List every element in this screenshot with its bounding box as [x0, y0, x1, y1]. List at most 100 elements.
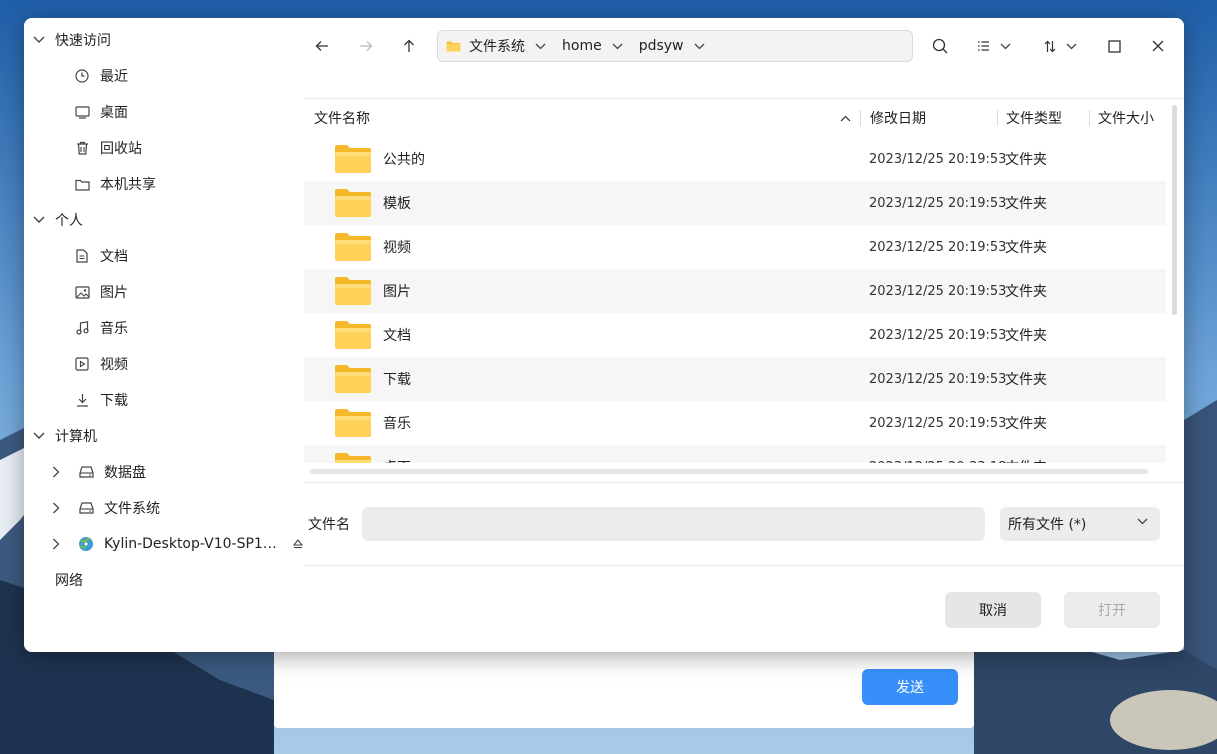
- file-type: 文件夹: [1005, 284, 1047, 300]
- sidebar-item-label: 文件系统: [104, 501, 160, 517]
- path-segment-label: pdsyw: [638, 38, 684, 54]
- folder-icon: [334, 408, 372, 438]
- chevron-down-icon[interactable]: [32, 429, 46, 443]
- file-row[interactable]: 文档 2023/12/25 20:19:53 文件夹: [304, 313, 1166, 357]
- sidebar-item-label: 本机共享: [100, 177, 156, 193]
- sidebar-item-label: 回收站: [100, 141, 142, 157]
- chevron-down-icon[interactable]: [32, 33, 46, 47]
- sidebar-item-documents[interactable]: 文档: [24, 238, 304, 274]
- column-header-name[interactable]: 文件名称: [314, 99, 370, 137]
- file-type: 文件夹: [1005, 445, 1047, 463]
- file-name: 视频: [383, 240, 411, 256]
- sidebar-group-personal[interactable]: 个人: [24, 202, 304, 238]
- horizontal-scrollbar[interactable]: [310, 469, 1148, 474]
- maximize-icon[interactable]: [1104, 36, 1124, 56]
- sidebar-item-label: 音乐: [100, 321, 128, 337]
- file-name: 模板: [383, 196, 411, 212]
- sidebar-item-music[interactable]: 音乐: [24, 310, 304, 346]
- send-button[interactable]: 发送: [862, 669, 958, 705]
- file-list: 文件名称 修改日期 文件类型 文件大小 公共的 2023/12/25 20:19:…: [304, 98, 1184, 482]
- open-button[interactable]: 打开: [1064, 592, 1160, 628]
- file-date: 2023/12/25 20:19:53: [869, 151, 1007, 167]
- file-row[interactable]: 公共的 2023/12/25 20:19:53 文件夹: [304, 137, 1166, 181]
- file-row[interactable]: 模板 2023/12/25 20:19:53 文件夹: [304, 181, 1166, 225]
- back-icon[interactable]: [312, 36, 332, 56]
- folder-icon: [446, 40, 461, 52]
- file-name: 图片: [383, 284, 411, 300]
- sidebar-group-computer[interactable]: 计算机: [24, 418, 304, 454]
- sidebar-item-recent[interactable]: 最近: [24, 58, 304, 94]
- close-icon[interactable]: [1148, 36, 1168, 56]
- disc-icon: [78, 536, 94, 552]
- view-mode-button[interactable]: [972, 36, 1016, 56]
- toolbar: 文件系统 home pdsyw: [304, 18, 1184, 80]
- file-list-header: 文件名称 修改日期 文件类型 文件大小: [304, 99, 1166, 137]
- column-header-type[interactable]: 文件类型: [1006, 99, 1062, 137]
- forward-icon[interactable]: [356, 36, 376, 56]
- up-icon[interactable]: [399, 36, 419, 56]
- path-crumb-home[interactable]: home: [562, 38, 623, 54]
- path-crumb-pdsyw[interactable]: pdsyw: [639, 38, 705, 54]
- sort-icon: [1044, 40, 1056, 53]
- chevron-down-icon: [1066, 43, 1077, 50]
- sidebar-item-videos[interactable]: 视频: [24, 346, 304, 382]
- column-divider: [860, 110, 861, 126]
- folder-icon: [334, 188, 372, 218]
- column-header-size[interactable]: 文件大小: [1098, 99, 1154, 137]
- filename-label: 文件名: [308, 517, 350, 533]
- chevron-right-icon[interactable]: [52, 538, 64, 550]
- chevron-down-icon[interactable]: [612, 43, 623, 50]
- filename-bar: 文件名 所有文件 (*): [304, 482, 1184, 566]
- cancel-button[interactable]: 取消: [945, 592, 1041, 628]
- file-date: 2023/12/25 20:33:18: [869, 445, 1006, 464]
- sidebar-group-quick-access[interactable]: 快速访问: [24, 22, 304, 58]
- chevron-right-icon[interactable]: [52, 502, 64, 514]
- sidebar-item-label: 文档: [100, 249, 128, 265]
- file-date: 2023/12/25 20:19:53: [869, 371, 1007, 387]
- filename-input[interactable]: [362, 507, 985, 541]
- sidebar-item-downloads[interactable]: 下载: [24, 382, 304, 418]
- sidebar-item-pictures[interactable]: 图片: [24, 274, 304, 310]
- document-icon: [74, 248, 90, 264]
- column-header-date[interactable]: 修改日期: [870, 99, 926, 137]
- folder-icon: [334, 276, 372, 306]
- file-name: 公共的: [383, 152, 425, 168]
- file-row[interactable]: 图片 2023/12/25 20:19:53 文件夹: [304, 269, 1166, 313]
- sort-ascending-icon[interactable]: [840, 99, 851, 137]
- sidebar-item-local-share[interactable]: 本机共享: [24, 166, 304, 202]
- file-row[interactable]: 音乐 2023/12/25 20:19:53 文件夹: [304, 401, 1166, 445]
- sidebar: 快速访问 最近 桌面 回收站 本机共享 个人 文档 图片 音乐 视频 下载 计算…: [24, 18, 304, 652]
- path-bar[interactable]: 文件系统 home pdsyw: [437, 30, 913, 62]
- file-row[interactable]: 下载 2023/12/25 20:19:53 文件夹: [304, 357, 1166, 401]
- chevron-right-icon[interactable]: [52, 466, 64, 478]
- eject-icon[interactable]: [292, 539, 303, 549]
- chevron-down-icon: [1000, 43, 1011, 50]
- file-name: 桌面: [383, 445, 411, 463]
- sidebar-item-filesystem[interactable]: 文件系统: [24, 490, 304, 526]
- vertical-scrollbar[interactable]: [1172, 105, 1177, 315]
- sidebar-item-kylin-disc[interactable]: Kylin-Desktop-V10-SP1…: [24, 526, 304, 562]
- file-type: 文件夹: [1005, 196, 1047, 212]
- file-row[interactable]: 桌面 2023/12/25 20:33:18文件夹: [304, 445, 1166, 463]
- sort-button[interactable]: [1038, 36, 1082, 56]
- file-type: 文件夹: [1005, 152, 1047, 168]
- file-type-filter[interactable]: 所有文件 (*): [1000, 507, 1160, 541]
- main-panel: 文件系统 home pdsyw 文件名称 修改日期 文件类型 文件大小 公共的 …: [304, 18, 1184, 652]
- folder-icon: [334, 452, 372, 463]
- sidebar-item-network[interactable]: 网络: [24, 562, 304, 598]
- sidebar-item-trash[interactable]: 回收站: [24, 130, 304, 166]
- sidebar-item-data-disk[interactable]: 数据盘: [24, 454, 304, 490]
- search-icon[interactable]: [930, 36, 950, 56]
- trash-icon: [74, 140, 90, 156]
- sidebar-item-label: 桌面: [100, 105, 128, 121]
- chevron-down-icon[interactable]: [535, 43, 546, 50]
- sidebar-item-label: 数据盘: [104, 465, 146, 481]
- path-crumb-filesystem[interactable]: 文件系统: [446, 36, 546, 56]
- list-view-icon: [977, 40, 990, 52]
- chevron-down-icon[interactable]: [32, 213, 46, 227]
- file-type: 文件夹: [1005, 328, 1047, 344]
- sidebar-item-desktop[interactable]: 桌面: [24, 94, 304, 130]
- file-name: 文档: [383, 328, 411, 344]
- file-row[interactable]: 视频 2023/12/25 20:19:53 文件夹: [304, 225, 1166, 269]
- chevron-down-icon[interactable]: [694, 43, 705, 50]
